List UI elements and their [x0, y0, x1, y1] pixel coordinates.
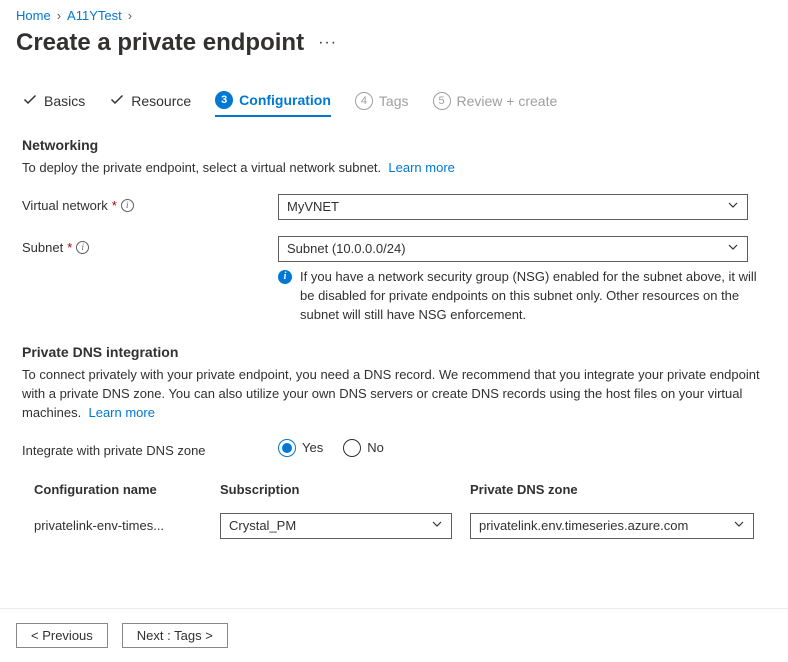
tab-resource[interactable]: Resource: [109, 91, 191, 117]
integrate-radio-group: Yes No: [278, 439, 384, 457]
virtual-network-select[interactable]: MyVNET: [278, 194, 748, 220]
section-networking: Networking To deploy the private endpoin…: [0, 117, 788, 324]
dns-config-table: Configuration name Subscription Private …: [22, 476, 766, 549]
chevron-right-icon: ›: [57, 8, 61, 23]
chevron-down-icon: [733, 518, 745, 533]
field-label: Integrate with private DNS zone: [22, 439, 278, 458]
nsg-info-note: i If you have a network security group (…: [278, 268, 758, 325]
radio-icon: [343, 439, 361, 457]
label-text: Subnet: [22, 240, 63, 255]
field-integrate-dns: Integrate with private DNS zone Yes No: [22, 439, 766, 458]
step-number-icon: 5: [433, 92, 451, 110]
section-description: To connect privately with your private e…: [22, 366, 766, 423]
required-star: *: [67, 240, 72, 255]
tab-label: Resource: [131, 93, 191, 109]
required-star: *: [112, 198, 117, 213]
tab-label: Tags: [379, 93, 409, 109]
section-heading: Networking: [22, 137, 766, 153]
table-row: privatelink-env-times... Crystal_PM priv…: [22, 503, 766, 549]
check-icon: [22, 92, 38, 111]
desc-text: To deploy the private endpoint, select a…: [22, 160, 381, 175]
tab-review-create: 5 Review + create: [433, 91, 558, 117]
tab-tags: 4 Tags: [355, 91, 409, 117]
chevron-down-icon: [431, 518, 443, 533]
col-header-subscription: Subscription: [220, 482, 470, 497]
tab-basics[interactable]: Basics: [22, 91, 85, 117]
tab-label: Configuration: [239, 92, 331, 108]
subscription-select[interactable]: Crystal_PM: [220, 513, 452, 539]
section-description: To deploy the private endpoint, select a…: [22, 159, 766, 178]
next-button[interactable]: Next : Tags >: [122, 623, 228, 648]
dns-zone-select[interactable]: privatelink.env.timeseries.azure.com: [470, 513, 754, 539]
col-header-zone: Private DNS zone: [470, 482, 754, 497]
config-name-text: privatelink-env-times...: [34, 518, 204, 533]
radio-icon: [278, 439, 296, 457]
breadcrumb-home[interactable]: Home: [16, 8, 51, 23]
section-heading: Private DNS integration: [22, 344, 766, 360]
radio-yes[interactable]: Yes: [278, 439, 323, 457]
select-value: privatelink.env.timeseries.azure.com: [479, 518, 688, 533]
note-text: If you have a network security group (NS…: [300, 268, 758, 325]
chevron-down-icon: [727, 241, 739, 256]
wizard-tabs: Basics Resource 3 Configuration 4 Tags 5…: [0, 91, 788, 117]
tab-configuration[interactable]: 3 Configuration: [215, 91, 331, 117]
label-text: Virtual network: [22, 198, 108, 213]
field-label: Subnet * i: [22, 236, 278, 255]
subnet-select[interactable]: Subnet (10.0.0.0/24): [278, 236, 748, 262]
field-subnet: Subnet * i Subnet (10.0.0.0/24): [22, 236, 766, 262]
tab-label: Basics: [44, 93, 85, 109]
select-value: MyVNET: [287, 199, 339, 214]
table-header: Configuration name Subscription Private …: [22, 476, 766, 503]
section-private-dns: Private DNS integration To connect priva…: [0, 324, 788, 458]
label-text: Integrate with private DNS zone: [22, 443, 206, 458]
chevron-right-icon: ›: [128, 8, 132, 23]
breadcrumb: Home › A11YTest ›: [0, 0, 788, 27]
info-icon: i: [278, 270, 292, 284]
radio-label: No: [367, 440, 384, 455]
title-row: Create a private endpoint ···: [0, 27, 788, 75]
tab-label: Review + create: [457, 93, 558, 109]
learn-more-link[interactable]: Learn more: [388, 160, 454, 175]
info-icon[interactable]: i: [121, 199, 134, 212]
field-virtual-network: Virtual network * i MyVNET: [22, 194, 766, 220]
step-number-icon: 4: [355, 92, 373, 110]
select-value: Crystal_PM: [229, 518, 296, 533]
config-name-cell: privatelink-env-times...: [34, 518, 220, 533]
radio-label: Yes: [302, 440, 323, 455]
col-header-config: Configuration name: [34, 482, 220, 497]
check-icon: [109, 92, 125, 111]
more-actions-icon[interactable]: ···: [318, 34, 337, 52]
breadcrumb-item[interactable]: A11YTest: [67, 8, 122, 23]
learn-more-link[interactable]: Learn more: [88, 405, 154, 420]
page-title: Create a private endpoint: [16, 29, 304, 57]
field-label: Virtual network * i: [22, 194, 278, 213]
radio-no[interactable]: No: [343, 439, 384, 457]
wizard-footer: < Previous Next : Tags >: [0, 608, 788, 662]
chevron-down-icon: [727, 199, 739, 214]
step-number-icon: 3: [215, 91, 233, 109]
previous-button[interactable]: < Previous: [16, 623, 108, 648]
select-value: Subnet (10.0.0.0/24): [287, 241, 406, 256]
info-icon[interactable]: i: [76, 241, 89, 254]
